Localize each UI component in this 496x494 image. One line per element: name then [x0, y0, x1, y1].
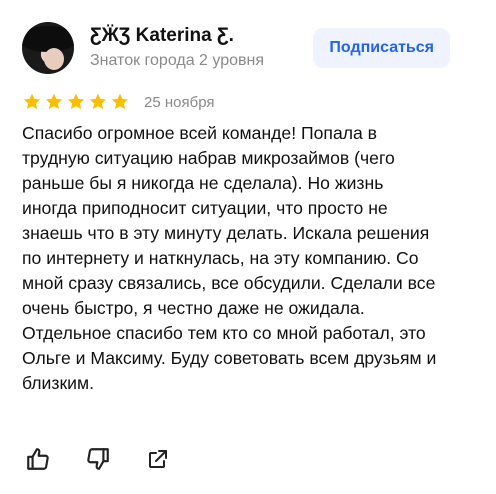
- star-icon: [67, 93, 85, 109]
- thumbs-down-icon: [87, 448, 109, 470]
- review-actions: [25, 446, 171, 472]
- author-name[interactable]: ƸӜƷ Katerina Ƹ.: [90, 25, 234, 47]
- author-status: Знаток города 2 уровня: [90, 52, 265, 69]
- author-avatar[interactable]: [22, 22, 74, 74]
- review-text: Спасибо огромное всей команде! Попала в …: [22, 123, 437, 393]
- subscribe-button[interactable]: Подписаться: [313, 28, 450, 68]
- face-shape: [44, 48, 64, 70]
- star-icon: [45, 93, 63, 109]
- rating-stars: [22, 92, 130, 112]
- hat-shape: [22, 26, 74, 52]
- review-card: ƸӜƷ Katerina Ƹ. Знаток города 2 уровня П…: [0, 0, 496, 494]
- thumbs-up-icon: [27, 448, 49, 470]
- like-button[interactable]: [25, 446, 51, 472]
- rating-row: 25 ноября: [22, 90, 215, 114]
- dislike-button[interactable]: [85, 446, 111, 472]
- share-icon: [149, 450, 167, 468]
- share-button[interactable]: [145, 446, 171, 472]
- star-icon: [111, 93, 129, 109]
- review-date: 25 ноября: [144, 93, 215, 111]
- star-icon: [23, 93, 41, 109]
- star-icon: [89, 93, 107, 109]
